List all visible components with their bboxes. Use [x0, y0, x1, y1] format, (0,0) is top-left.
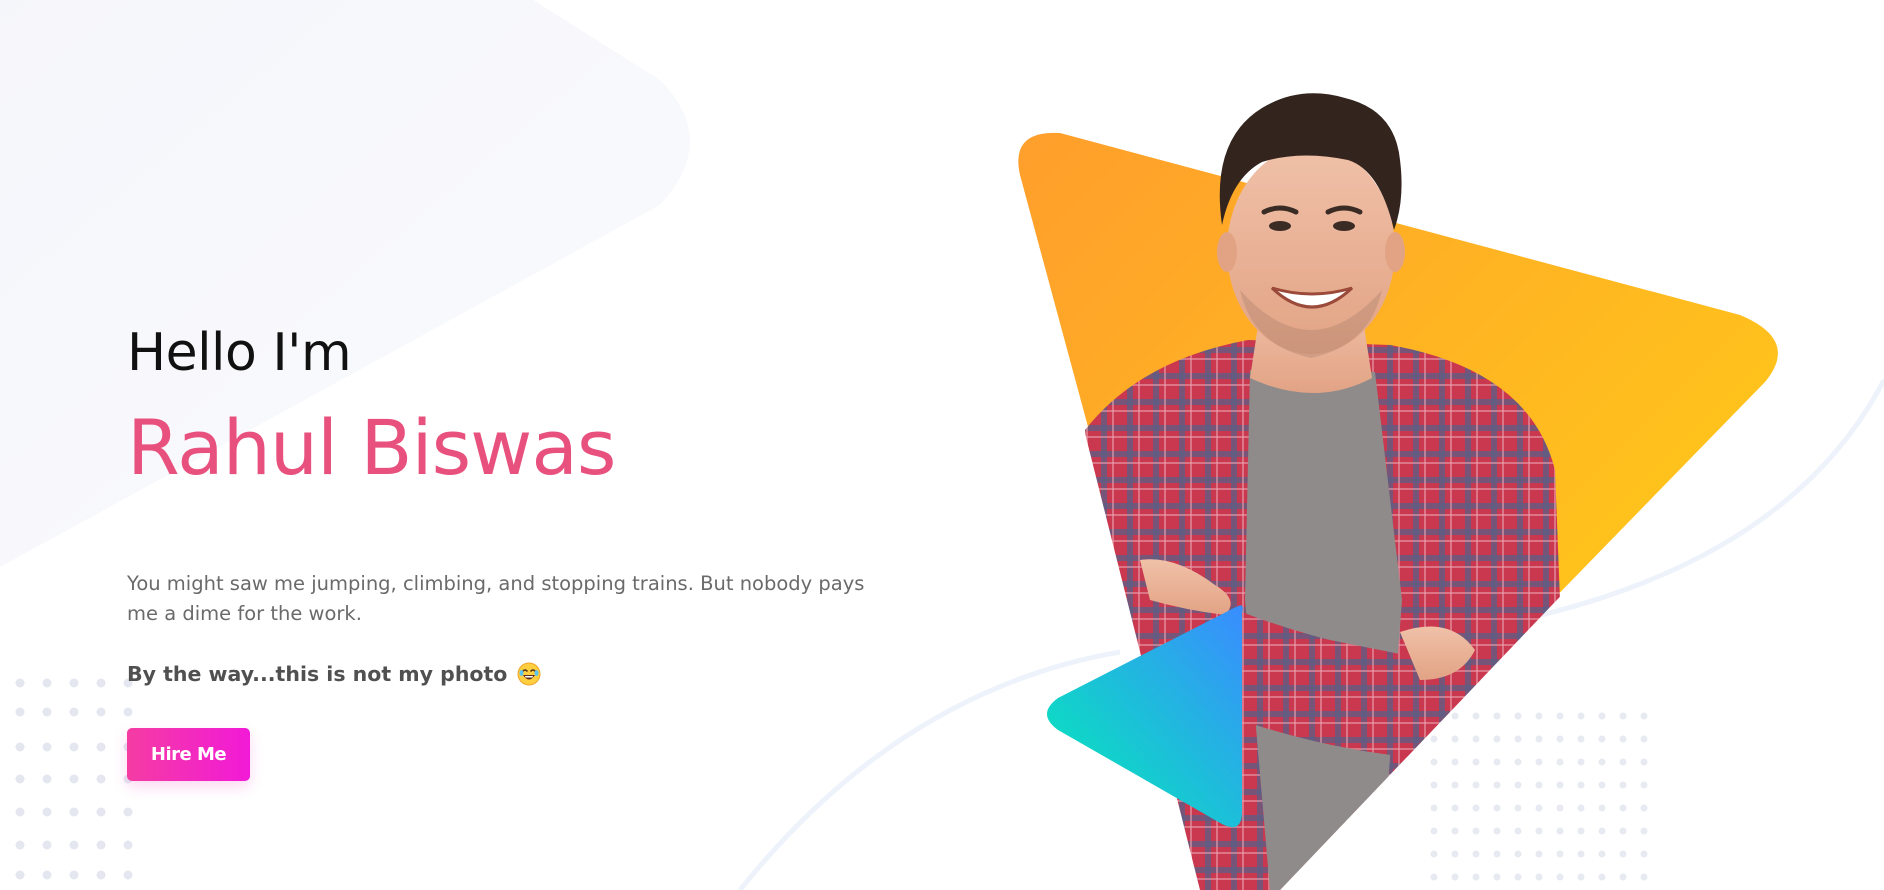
byline: By the way...this is not my photo [127, 659, 541, 689]
laughing-face-icon [517, 662, 541, 686]
name-heading: Rahul Biswas [127, 403, 616, 492]
byline-text: By the way...this is not my photo [127, 662, 508, 686]
face [1227, 146, 1395, 354]
hire-me-button[interactable]: Hire Me [127, 728, 250, 781]
hero-description: You might saw me jumping, climbing, and … [127, 572, 865, 625]
greeting-heading: Hello I'm [127, 323, 352, 383]
